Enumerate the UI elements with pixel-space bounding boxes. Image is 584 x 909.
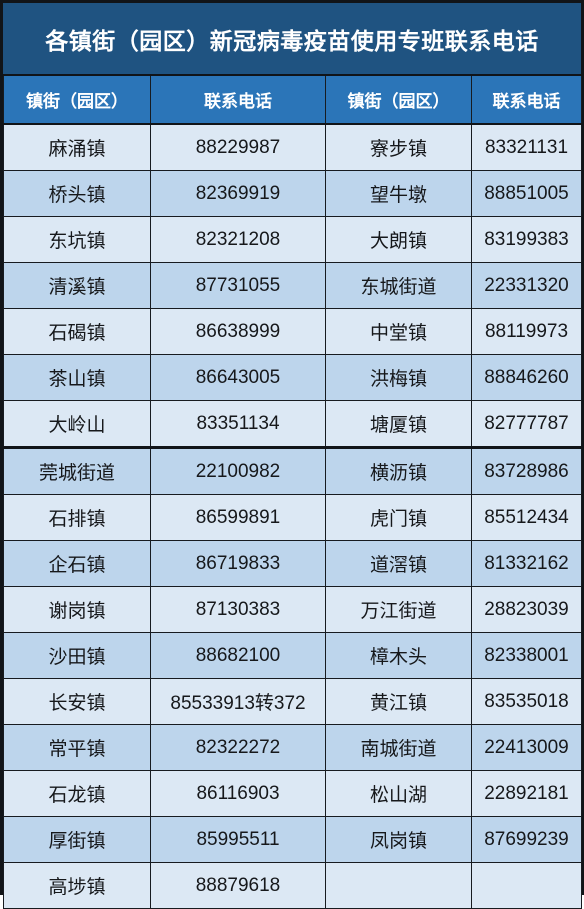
cell-phone-left: 87130383 — [150, 586, 326, 633]
cell-phone-right: 85512434 — [471, 494, 582, 541]
cell-town-left: 常平镇 — [3, 724, 151, 771]
table-row: 常平镇 82322272 南城街道 22413009 — [3, 724, 582, 771]
cell-phone-left: 88879618 — [150, 862, 326, 909]
cell-town-right: 凤岗镇 — [325, 816, 472, 863]
cell-phone-right: 22892181 — [471, 770, 582, 817]
contacts-table: 镇街（园区） 联系电话 镇街（园区） 联系电话 麻涌镇 88229987 寮步镇 83… — [3, 76, 582, 909]
table-row: 长安镇 85533913转372 黄江镇 83535018 — [3, 678, 582, 725]
column-header-phone-left: 联系电话 — [150, 76, 326, 125]
cell-town-right: 大朗镇 — [325, 216, 472, 263]
cell-town-right: 樟木头 — [325, 632, 472, 679]
table-row: 厚街镇 85995511 凤岗镇 87699239 — [3, 816, 582, 863]
cell-phone-left: 82322272 — [150, 724, 326, 771]
cell-town-right: 南城街道 — [325, 724, 472, 771]
cell-town-right: 东城街道 — [325, 262, 472, 309]
cell-town-right: 寮步镇 — [325, 123, 472, 171]
cell-town-left: 厚街镇 — [3, 816, 151, 863]
cell-phone-left: 83351134 — [150, 400, 326, 448]
cell-town-left: 石碣镇 — [3, 308, 151, 355]
cell-town-right: 望牛墩 — [325, 170, 472, 217]
cell-phone-left: 82369919 — [150, 170, 326, 217]
cell-town-left: 高埗镇 — [3, 862, 151, 909]
cell-town-right: 横沥镇 — [325, 446, 472, 495]
table-row: 桥头镇 82369919 望牛墩 88851005 — [3, 170, 582, 217]
table-row: 高埗镇 88879618 — [3, 862, 582, 909]
cell-town-left: 石排镇 — [3, 494, 151, 541]
cell-town-left: 茶山镇 — [3, 354, 151, 401]
cell-phone-left: 86719833 — [150, 540, 326, 587]
cell-town-right: 万江街道 — [325, 586, 472, 633]
cell-town-left: 东坑镇 — [3, 216, 151, 263]
cell-phone-left: 87731055 — [150, 262, 326, 309]
cell-phone-right — [471, 862, 582, 909]
column-header-town-left: 镇街（园区） — [3, 76, 151, 125]
cell-phone-right: 83321131 — [471, 123, 582, 171]
cell-phone-right: 22413009 — [471, 724, 582, 771]
cell-phone-left: 85533913转372 — [150, 678, 326, 725]
cell-town-left: 大岭山 — [3, 400, 151, 448]
cell-phone-right: 28823039 — [471, 586, 582, 633]
cell-phone-left: 86599891 — [150, 494, 326, 541]
contact-table-sheet: 各镇街（园区）新冠病毒疫苗使用专班联系电话 镇街（园区） 联系电话 镇街（园区）… — [0, 0, 584, 909]
cell-phone-right: 82777787 — [471, 400, 582, 448]
table-header-row: 镇街（园区） 联系电话 镇街（园区） 联系电话 — [3, 76, 582, 125]
table-row: 莞城街道 22100982 横沥镇 83728986 — [3, 446, 582, 495]
cell-town-left: 谢岗镇 — [3, 586, 151, 633]
cell-town-right: 道滘镇 — [325, 540, 472, 587]
column-header-town-right: 镇街（园区） — [325, 76, 472, 125]
cell-phone-right: 88851005 — [471, 170, 582, 217]
cell-phone-left: 22100982 — [150, 446, 326, 495]
cell-town-left: 石龙镇 — [3, 770, 151, 817]
cell-town-left: 清溪镇 — [3, 262, 151, 309]
cell-town-right: 洪梅镇 — [325, 354, 472, 401]
table-row: 麻涌镇 88229987 寮步镇 83321131 — [3, 123, 582, 171]
cell-phone-right: 22331320 — [471, 262, 582, 309]
cell-town-left: 沙田镇 — [3, 632, 151, 679]
cell-town-left: 麻涌镇 — [3, 123, 151, 171]
table-row: 企石镇 86719833 道滘镇 81332162 — [3, 540, 582, 587]
cell-phone-left: 85995511 — [150, 816, 326, 863]
cell-phone-left: 88682100 — [150, 632, 326, 679]
cell-phone-left: 82321208 — [150, 216, 326, 263]
cell-town-left: 桥头镇 — [3, 170, 151, 217]
cell-town-right: 中堂镇 — [325, 308, 472, 355]
table-row: 茶山镇 86643005 洪梅镇 88846260 — [3, 354, 582, 401]
cell-phone-right: 81332162 — [471, 540, 582, 587]
cell-phone-left: 86116903 — [150, 770, 326, 817]
cell-phone-left: 88229987 — [150, 123, 326, 171]
table-row: 石排镇 86599891 虎门镇 85512434 — [3, 494, 582, 541]
cell-town-right: 虎门镇 — [325, 494, 472, 541]
cell-town-left: 企石镇 — [3, 540, 151, 587]
cell-phone-right: 82338001 — [471, 632, 582, 679]
cell-phone-left: 86638999 — [150, 308, 326, 355]
table-row: 石龙镇 86116903 松山湖 22892181 — [3, 770, 582, 817]
table-row: 谢岗镇 87130383 万江街道 28823039 — [3, 586, 582, 633]
cell-phone-right: 83728986 — [471, 446, 582, 495]
cell-phone-right: 88119973 — [471, 308, 582, 355]
table-row: 大岭山 83351134 塘厦镇 82777787 — [3, 400, 582, 448]
cell-town-right: 塘厦镇 — [325, 400, 472, 448]
cell-town-left: 莞城街道 — [3, 446, 151, 495]
cell-phone-right: 83199383 — [471, 216, 582, 263]
cell-phone-left: 86643005 — [150, 354, 326, 401]
table-title-bar: 各镇街（园区）新冠病毒疫苗使用专班联系电话 — [3, 3, 581, 76]
table-row: 石碣镇 86638999 中堂镇 88119973 — [3, 308, 582, 355]
table-header: 镇街（园区） 联系电话 镇街（园区） 联系电话 — [3, 76, 582, 125]
cell-town-right: 松山湖 — [325, 770, 472, 817]
page-title: 各镇街（园区）新冠病毒疫苗使用专班联系电话 — [45, 27, 539, 54]
table-body: 麻涌镇 88229987 寮步镇 83321131 桥头镇 82369919 望牛墩 8885… — [3, 123, 582, 909]
cell-phone-right: 83535018 — [471, 678, 582, 725]
cell-town-left: 长安镇 — [3, 678, 151, 725]
cell-phone-right: 88846260 — [471, 354, 582, 401]
cell-phone-right: 87699239 — [471, 816, 582, 863]
column-header-phone-right: 联系电话 — [471, 76, 582, 125]
table-row: 清溪镇 87731055 东城街道 22331320 — [3, 262, 582, 309]
table-row: 沙田镇 88682100 樟木头 82338001 — [3, 632, 582, 679]
cell-town-right — [325, 862, 472, 909]
cell-town-right: 黄江镇 — [325, 678, 472, 725]
table-row: 东坑镇 82321208 大朗镇 83199383 — [3, 216, 582, 263]
